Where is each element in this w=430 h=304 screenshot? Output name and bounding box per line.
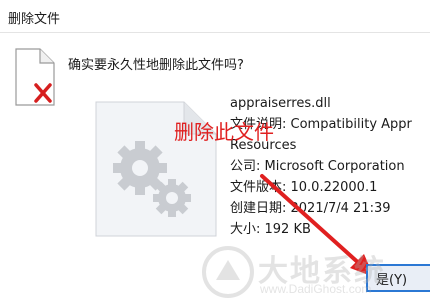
- watermark-url: www.DadiGhost.com: [260, 282, 372, 296]
- file-name: appraiserres.dll: [230, 96, 331, 111]
- file-size: 大小: 192 KB: [230, 222, 311, 237]
- file-delete-icon: [15, 48, 55, 106]
- title-bar: 删除文件: [0, 0, 430, 33]
- confirm-question: 确实要永久性地删除此文件吗?: [68, 58, 244, 73]
- file-version: 文件版本: 10.0.22000.1: [230, 180, 378, 195]
- file-company: 公司: Microsoft Corporation: [230, 159, 405, 174]
- file-created: 创建日期: 2021/7/4 21:39: [230, 201, 391, 216]
- dialog-title: 删除文件: [8, 12, 61, 27]
- watermark-logo: [202, 246, 254, 298]
- gear-icon: [153, 179, 191, 217]
- annotation-text: 删除此文件: [174, 120, 274, 144]
- yes-button[interactable]: 是(Y): [366, 264, 430, 292]
